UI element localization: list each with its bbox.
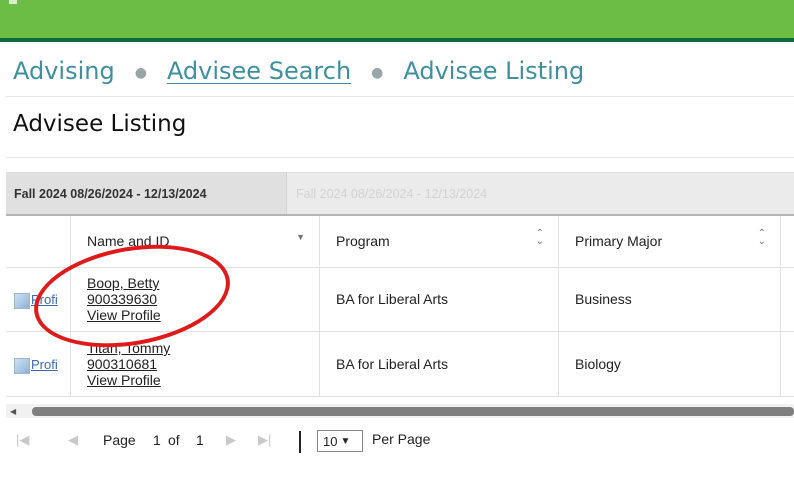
- program-cell: BA for Liberal Arts: [320, 267, 559, 331]
- header-stripe: [0, 38, 794, 42]
- sort-desc-icon[interactable]: ▼: [296, 233, 305, 242]
- divider: [6, 157, 794, 158]
- prev-page-icon[interactable]: ◀: [68, 432, 78, 448]
- header-label: Program: [336, 233, 390, 249]
- table-row: Profi Titan, Tommy 900310681 View Profil…: [6, 332, 794, 397]
- major-cell: Business: [559, 267, 781, 331]
- profile-image[interactable]: Profi: [14, 356, 58, 374]
- name-id-cell: Boop, Betty 900339630 View Profile: [71, 267, 320, 331]
- page-title: Advisee Listing: [13, 111, 187, 137]
- breadcrumb-advisee-listing: Advisee Listing: [403, 57, 585, 85]
- major-cell: Biology: [559, 332, 781, 396]
- total-pages: 1: [196, 432, 204, 448]
- of-label: of: [168, 432, 180, 448]
- table-header-row: Name and ID ▼ Program ⌃ ⌄ Primary Major ⌃…: [6, 216, 794, 268]
- header-label: Primary Major: [575, 233, 663, 249]
- scroll-left-icon[interactable]: ◀: [10, 407, 16, 416]
- current-page: 1: [153, 432, 161, 448]
- advisee-id-link[interactable]: 900339630: [87, 291, 161, 307]
- profile-image-cell: Profi: [6, 267, 71, 331]
- view-profile-link[interactable]: View Profile: [87, 307, 161, 323]
- breadcrumb-separator-icon: ●: [134, 65, 147, 81]
- last-page-icon[interactable]: ▶|: [258, 432, 271, 448]
- chevron-down-icon: ▼: [340, 435, 351, 447]
- extra-cell: [781, 267, 794, 331]
- header-name-and-id[interactable]: Name and ID ▼: [71, 216, 320, 266]
- header-program[interactable]: Program ⌃ ⌄: [320, 216, 559, 266]
- term-tab-active[interactable]: Fall 2024 08/26/2024 - 12/13/2024: [6, 173, 287, 215]
- term-tab-inactive[interactable]: Fall 2024 08/26/2024 - 12/13/2024: [288, 173, 562, 215]
- per-page-label: Per Page: [372, 431, 431, 447]
- pager: |◀ ◀ Page 1 of 1 ▶ ▶| 10 ▼ Per Page: [6, 418, 794, 464]
- profile-image[interactable]: Profi: [14, 291, 58, 309]
- scrollbar-thumb[interactable]: [32, 407, 794, 416]
- breadcrumb-separator-icon: ●: [371, 65, 384, 81]
- breadcrumb-advisee-search[interactable]: Advisee Search: [167, 57, 351, 85]
- broken-image-icon: [14, 358, 30, 374]
- profile-image-cell: Profi: [6, 332, 71, 396]
- divider: [6, 96, 794, 97]
- advisee-name-link[interactable]: Titan, Tommy: [87, 340, 170, 356]
- advisee-name-link[interactable]: Boop, Betty: [87, 275, 161, 291]
- pager-divider: [299, 431, 301, 453]
- breadcrumb: Advising ● Advisee Search ● Advisee List…: [13, 55, 584, 87]
- header-image-column: [6, 216, 71, 266]
- header-extra-column: [781, 216, 794, 266]
- extra-cell: [781, 332, 794, 396]
- view-profile-link[interactable]: View Profile: [87, 372, 170, 388]
- sort-icon[interactable]: ⌃ ⌄: [536, 229, 544, 247]
- page-size-value: 10: [323, 433, 338, 449]
- page-label: Page: [103, 432, 136, 448]
- header-primary-major[interactable]: Primary Major ⌃ ⌄: [559, 216, 781, 266]
- header-label: Name and ID: [87, 233, 170, 249]
- breadcrumb-advising[interactable]: Advising: [13, 57, 115, 85]
- page-size-select[interactable]: 10 ▼: [317, 430, 363, 452]
- advisee-id-link[interactable]: 900310681: [87, 356, 170, 372]
- horizontal-scrollbar[interactable]: ◀: [6, 404, 794, 418]
- term-tabs: Fall 2024 08/26/2024 - 12/13/2024 Fall 2…: [6, 172, 794, 215]
- next-page-icon[interactable]: ▶: [226, 432, 236, 448]
- table-row: Profi Boop, Betty 900339630 View Profile…: [6, 267, 794, 332]
- first-page-icon[interactable]: |◀: [16, 432, 29, 448]
- sort-icon[interactable]: ⌃ ⌄: [758, 229, 766, 247]
- name-id-cell: Titan, Tommy 900310681 View Profile: [71, 332, 320, 396]
- header-logo-fragment: [9, 0, 17, 4]
- program-cell: BA for Liberal Arts: [320, 332, 559, 396]
- broken-image-icon: [14, 293, 30, 309]
- app-header-bar: [0, 0, 794, 38]
